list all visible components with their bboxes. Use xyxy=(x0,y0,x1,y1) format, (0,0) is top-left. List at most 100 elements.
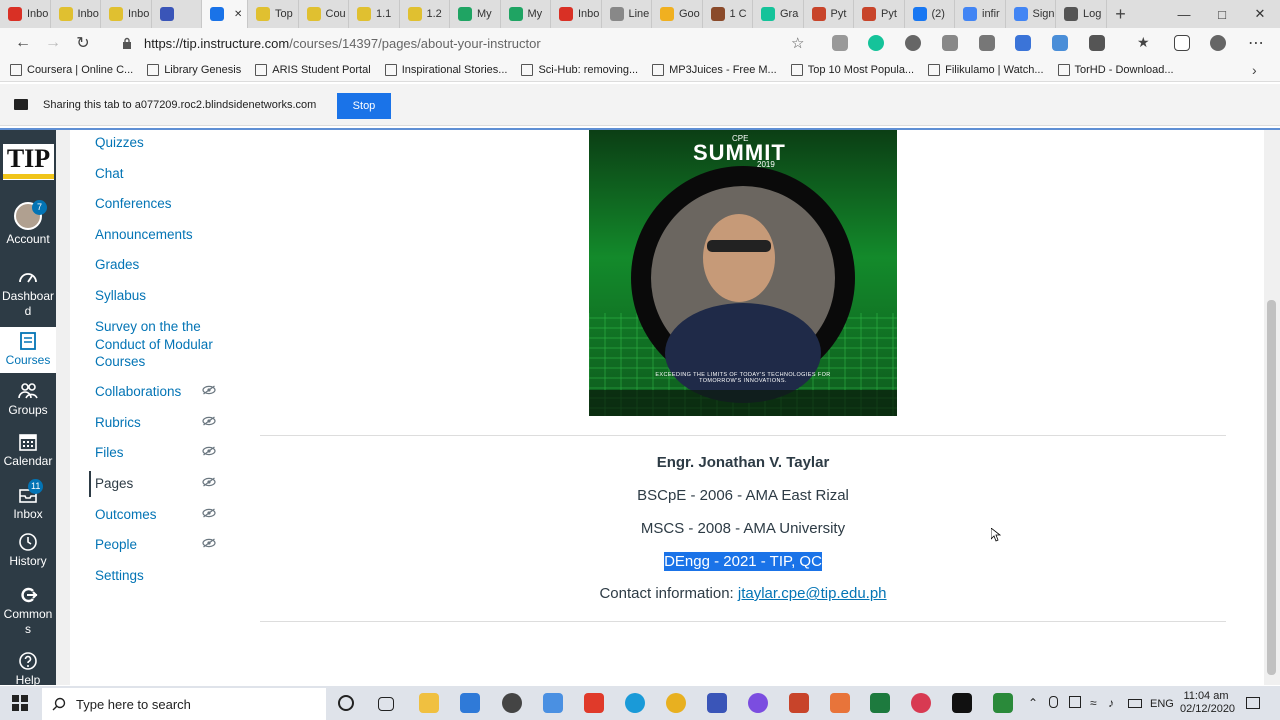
extension-icon-4[interactable] xyxy=(1052,35,1068,51)
nav-calendar[interactable]: Calendar xyxy=(0,432,56,469)
browser-tab[interactable]: Inbo xyxy=(51,0,101,28)
nav-commons[interactable]: Common s xyxy=(0,585,56,637)
browser-tab[interactable]: Pyt xyxy=(854,0,905,28)
bookmark-item[interactable]: Top 10 Most Popula... xyxy=(790,63,914,76)
browser-tab[interactable]: 1.2 xyxy=(400,0,450,28)
bookmark-item[interactable]: ARIS Student Portal xyxy=(255,63,371,76)
nav-scrollbar[interactable] xyxy=(56,130,70,685)
browser-tab[interactable]: Cou xyxy=(299,0,349,28)
windows-start-icon[interactable] xyxy=(12,695,28,714)
nav-help[interactable]: Help xyxy=(0,651,56,685)
maximize-icon[interactable]: □ xyxy=(1202,0,1242,28)
more-menu-icon[interactable]: ⋯ xyxy=(1248,33,1264,53)
instructor-email-link[interactable]: jtaylar.cpe@tip.edu.ph xyxy=(738,585,887,602)
browser-tab[interactable]: Pyt xyxy=(804,0,854,28)
nav-history[interactable]: History xyxy=(0,532,56,569)
battery-icon[interactable] xyxy=(1128,699,1142,708)
volume-icon[interactable]: ♪ xyxy=(1108,696,1114,710)
course-nav-item[interactable]: Survey on the the Conduct of Modular Cou… xyxy=(95,318,225,371)
browser-tab[interactable]: (2) xyxy=(905,0,955,28)
course-nav-item[interactable]: Chat xyxy=(95,165,124,183)
browser-tab[interactable]: ✕ xyxy=(202,0,248,28)
nav-dashboard[interactable]: Dashboar d xyxy=(0,267,56,319)
taskbar-app-check-icon[interactable] xyxy=(543,693,563,713)
taskbar-app-l-icon[interactable] xyxy=(460,693,480,713)
bookmarks-chevron-icon[interactable]: › xyxy=(1252,62,1257,78)
translate-icon[interactable] xyxy=(1015,35,1031,51)
taskbar-excel-icon[interactable] xyxy=(870,693,890,713)
course-nav-item[interactable]: Rubrics xyxy=(95,414,141,432)
course-nav-item[interactable]: Grades xyxy=(95,256,139,274)
task-view-icon[interactable] xyxy=(378,697,394,711)
course-nav-item[interactable]: Settings xyxy=(95,567,144,585)
browser-tab[interactable]: Sign xyxy=(1006,0,1056,28)
clock[interactable]: 11:04 am 02/12/2020 xyxy=(1180,690,1235,716)
taskbar-app-obs-icon[interactable] xyxy=(502,693,522,713)
taskbar-search-input[interactable]: Type here to search xyxy=(42,688,326,720)
tray-chevron-icon[interactable]: ⌃ xyxy=(1028,696,1038,710)
profile-avatar-icon[interactable] xyxy=(1210,35,1226,51)
course-nav-item[interactable]: Pages xyxy=(95,475,133,493)
browser-tab[interactable]: infir xyxy=(955,0,1006,28)
course-nav-item[interactable]: Outcomes xyxy=(95,506,157,524)
browser-tab[interactable]: Gra xyxy=(753,0,804,28)
browser-tab[interactable]: 1.1 xyxy=(349,0,400,28)
tab-close-icon[interactable]: ✕ xyxy=(234,9,242,20)
taskbar-app-orange-icon[interactable] xyxy=(830,693,850,713)
course-nav-item[interactable]: People xyxy=(95,536,137,554)
collections-icon[interactable] xyxy=(1174,35,1190,51)
browser-tab[interactable]: My xyxy=(501,0,551,28)
browser-tab[interactable] xyxy=(152,0,202,28)
download-icon[interactable] xyxy=(942,35,958,51)
nav-courses[interactable]: Courses xyxy=(0,327,56,373)
browser-tab[interactable]: Inbo xyxy=(0,0,51,28)
course-nav-item[interactable]: Announcements xyxy=(95,226,193,244)
taskbar-app-red-icon[interactable] xyxy=(911,693,931,713)
taskbar-chrome-icon[interactable] xyxy=(666,693,686,713)
tip-logo[interactable]: TIP xyxy=(3,144,54,180)
refresh-icon[interactable]: ↻ xyxy=(68,28,98,58)
new-tab-button[interactable]: + xyxy=(1107,4,1135,25)
taskbar-viber-icon[interactable] xyxy=(748,693,768,713)
course-nav-item[interactable]: Syllabus xyxy=(95,287,146,305)
browser-tab[interactable]: Top xyxy=(248,0,299,28)
close-window-icon[interactable]: ✕ xyxy=(1240,0,1280,28)
browser-tab[interactable]: My xyxy=(450,0,501,28)
tray-app-icon[interactable] xyxy=(1069,696,1081,708)
bookmark-item[interactable]: Coursera | Online C... xyxy=(10,63,133,76)
taskbar-camtasia-icon[interactable] xyxy=(993,693,1013,713)
bookmark-item[interactable]: Inspirational Stories... xyxy=(384,63,507,76)
grammarly-icon[interactable] xyxy=(868,35,884,51)
extension-icon-3[interactable] xyxy=(979,35,995,51)
browser-tab[interactable]: 1 C xyxy=(703,0,753,28)
browser-tab[interactable]: Line xyxy=(602,0,652,28)
bookmark-item[interactable]: Filikulamo | Watch... xyxy=(928,63,1044,76)
bookmark-item[interactable]: Sci-Hub: removing... xyxy=(521,63,638,76)
notifications-icon[interactable] xyxy=(1246,697,1260,709)
back-arrow-icon[interactable]: ← xyxy=(8,28,38,58)
nav-inbox[interactable]: Inbox 11 xyxy=(0,479,56,522)
course-nav-item[interactable]: Collaborations xyxy=(95,383,181,401)
browser-tab[interactable]: Log xyxy=(1056,0,1107,28)
url-field[interactable]: https://tip.instructure.com/courses/1439… xyxy=(122,31,812,55)
bookmark-item[interactable]: Library Genesis xyxy=(147,63,241,76)
favorites-icon[interactable]: ★ xyxy=(1137,34,1150,51)
extension-icon-5[interactable] xyxy=(1089,35,1105,51)
file-explorer-icon[interactable] xyxy=(419,693,439,713)
nav-account[interactable]: Account 7 xyxy=(0,200,56,247)
browser-tab[interactable]: Inbo xyxy=(101,0,152,28)
wifi-icon[interactable]: ≈ xyxy=(1090,696,1097,710)
stop-sharing-button[interactable]: Stop xyxy=(337,93,391,119)
taskbar-powerpoint-icon[interactable] xyxy=(789,693,809,713)
cortana-icon[interactable] xyxy=(338,695,354,711)
browser-tab[interactable]: Goo xyxy=(652,0,703,28)
taskbar-powershell-icon[interactable] xyxy=(707,693,727,713)
browser-tab[interactable]: Inbo xyxy=(551,0,602,28)
taskbar-office-icon[interactable] xyxy=(584,693,604,713)
course-nav-item[interactable]: Files xyxy=(95,444,124,462)
bookmark-item[interactable]: TorHD - Download... xyxy=(1057,63,1174,76)
minimize-icon[interactable]: — xyxy=(1164,0,1204,28)
nav-groups[interactable]: Groups xyxy=(0,381,56,418)
forward-arrow-icon[interactable]: → xyxy=(38,28,68,58)
bookmark-item[interactable]: MP3Juices - Free M... xyxy=(652,63,777,76)
